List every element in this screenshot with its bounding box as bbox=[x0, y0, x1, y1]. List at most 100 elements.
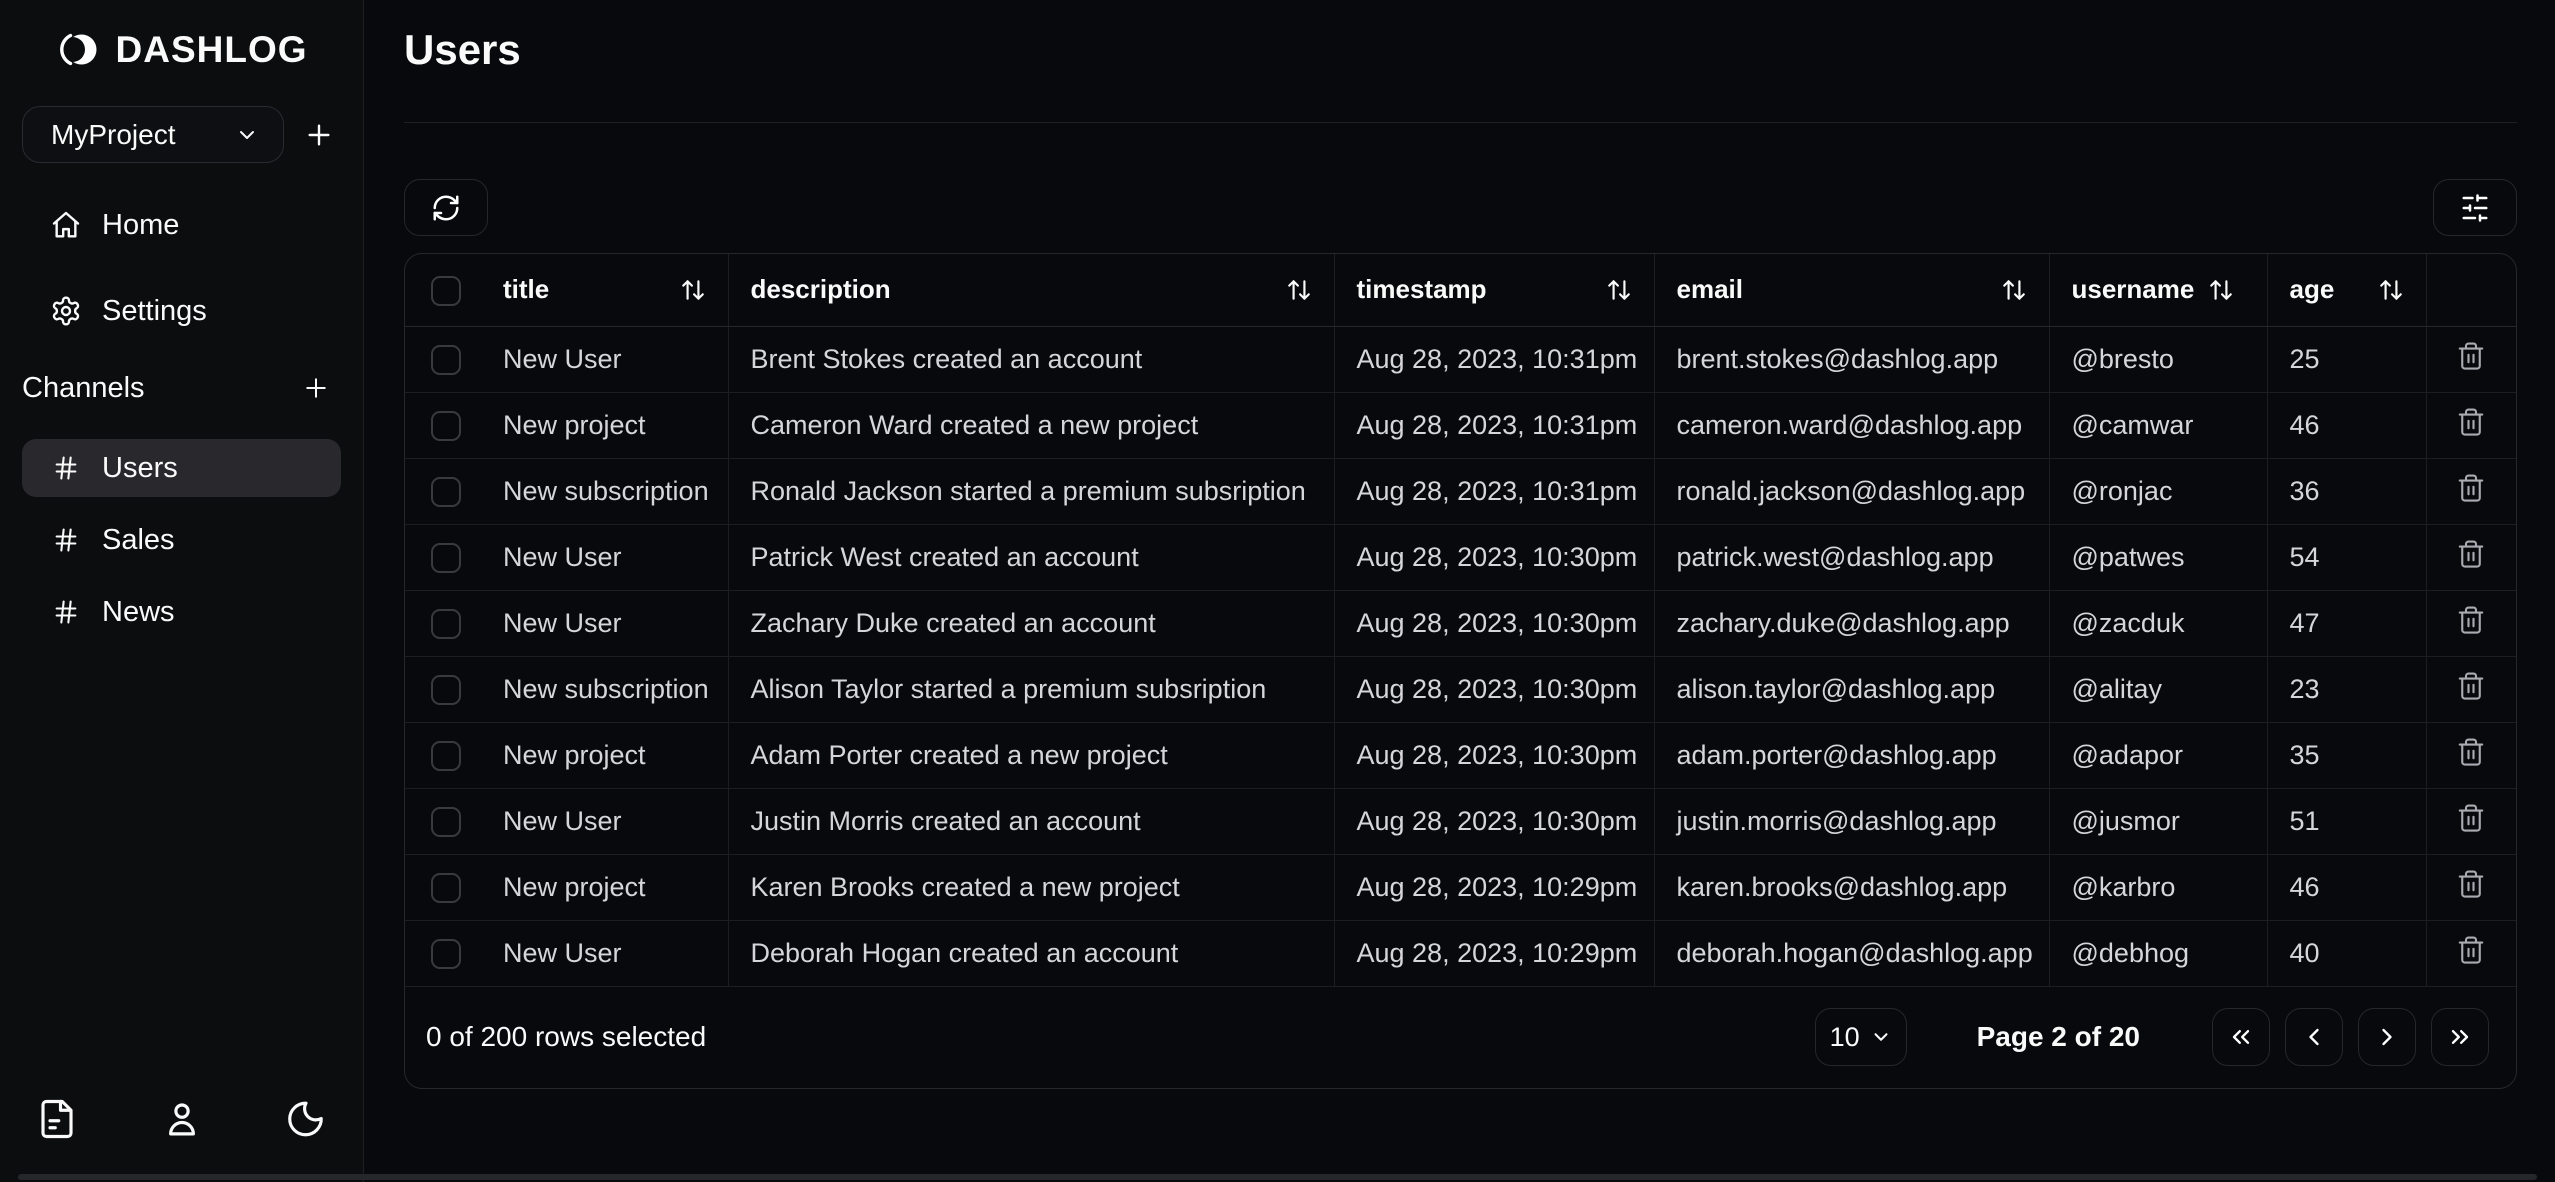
sidebar-item-home[interactable]: Home bbox=[0, 195, 363, 255]
last-page-button[interactable] bbox=[2431, 1008, 2489, 1067]
delete-row-button[interactable] bbox=[2456, 341, 2486, 371]
cell-age: 25 bbox=[2267, 326, 2427, 393]
row-checkbox-cell bbox=[405, 722, 481, 789]
docs-button[interactable] bbox=[30, 1092, 84, 1146]
hash-icon bbox=[52, 526, 80, 554]
table-row: New project Cameron Ward created a new p… bbox=[405, 392, 2516, 459]
cell-title: New project bbox=[481, 722, 729, 789]
sidebar-item-channel-sales[interactable]: Sales bbox=[22, 511, 341, 569]
sort-icon[interactable] bbox=[1606, 277, 1632, 303]
delete-row-button[interactable] bbox=[2456, 407, 2486, 437]
table-row: New project Karen Brooks created a new p… bbox=[405, 854, 2516, 921]
column-header-timestamp[interactable]: timestamp bbox=[1334, 254, 1655, 327]
row-checkbox[interactable] bbox=[431, 410, 461, 441]
delete-row-button[interactable] bbox=[2456, 605, 2486, 635]
cell-description: Patrick West created an account bbox=[728, 524, 1335, 591]
cell-timestamp: Aug 28, 2023, 10:30pm bbox=[1334, 590, 1655, 657]
row-checkbox-cell bbox=[405, 920, 481, 987]
column-header-description[interactable]: description bbox=[728, 254, 1335, 327]
sort-icon[interactable] bbox=[2378, 277, 2404, 303]
next-page-button[interactable] bbox=[2358, 1008, 2416, 1067]
page-title: Users bbox=[404, 26, 521, 73]
cell-title: New subscription bbox=[481, 656, 729, 723]
delete-row-button[interactable] bbox=[2456, 869, 2486, 899]
trash-icon bbox=[2456, 803, 2486, 833]
cell-age: 23 bbox=[2267, 656, 2427, 723]
table-row: New User Zachary Duke created an account… bbox=[405, 590, 2516, 657]
column-header-age[interactable]: age bbox=[2267, 254, 2427, 327]
table-row: New User Patrick West created an account… bbox=[405, 524, 2516, 591]
home-icon bbox=[50, 209, 82, 241]
cell-title: New User bbox=[481, 326, 729, 393]
trash-icon bbox=[2456, 671, 2486, 701]
refresh-button[interactable] bbox=[404, 179, 488, 236]
sort-icon[interactable] bbox=[2001, 277, 2027, 303]
column-label: title bbox=[503, 274, 550, 305]
row-checkbox[interactable] bbox=[431, 608, 461, 639]
row-checkbox[interactable] bbox=[431, 344, 461, 375]
cell-age: 54 bbox=[2267, 524, 2427, 591]
cell-username: @ronjac bbox=[2049, 458, 2268, 525]
first-page-button[interactable] bbox=[2212, 1008, 2270, 1067]
chevrons-right-icon bbox=[2446, 1023, 2474, 1051]
page-size-value: 10 bbox=[1829, 1021, 1860, 1052]
trash-icon bbox=[2456, 539, 2486, 569]
sort-icon[interactable] bbox=[2208, 277, 2234, 303]
chevrons-left-icon bbox=[2227, 1023, 2255, 1051]
cell-timestamp: Aug 28, 2023, 10:31pm bbox=[1334, 326, 1655, 393]
sliders-icon bbox=[2460, 193, 2490, 223]
sidebar-item-channel-news[interactable]: News bbox=[22, 583, 341, 641]
row-actions-cell bbox=[2426, 854, 2516, 921]
row-checkbox-cell bbox=[405, 524, 481, 591]
sidebar-item-channel-users[interactable]: Users bbox=[22, 439, 341, 497]
table-header-row: title description timestamp email userna… bbox=[405, 254, 2516, 327]
cell-description: Ronald Jackson started a premium subsrip… bbox=[728, 458, 1335, 525]
sort-icon[interactable] bbox=[680, 277, 706, 303]
page-size-select[interactable]: 10 bbox=[1814, 1008, 1907, 1067]
sort-icon[interactable] bbox=[1286, 277, 1312, 303]
row-checkbox[interactable] bbox=[431, 938, 461, 969]
delete-row-button[interactable] bbox=[2456, 671, 2486, 701]
cell-title: New project bbox=[481, 854, 729, 921]
previous-page-button[interactable] bbox=[2285, 1008, 2343, 1067]
column-header-username[interactable]: username bbox=[2049, 254, 2268, 327]
row-checkbox[interactable] bbox=[431, 542, 461, 573]
cell-email: ronald.jackson@dashlog.app bbox=[1654, 458, 2050, 525]
view-options-button[interactable] bbox=[2433, 179, 2517, 236]
row-checkbox[interactable] bbox=[431, 674, 461, 705]
dark-mode-toggle[interactable] bbox=[279, 1092, 333, 1146]
sidebar-item-label: Settings bbox=[102, 294, 207, 327]
cell-description: Deborah Hogan created an account bbox=[728, 920, 1335, 987]
column-label: username bbox=[2071, 274, 2195, 305]
column-header-title[interactable]: title bbox=[481, 254, 729, 327]
project-row: MyProject bbox=[22, 106, 341, 163]
channels-title: Channels bbox=[22, 371, 145, 404]
project-selector[interactable]: MyProject bbox=[22, 106, 284, 163]
channel-label: Users bbox=[102, 451, 178, 484]
chevron-right-icon bbox=[2373, 1023, 2401, 1051]
trash-icon bbox=[2456, 341, 2486, 371]
select-all-checkbox[interactable] bbox=[431, 275, 461, 306]
delete-row-button[interactable] bbox=[2456, 935, 2486, 965]
cell-description: Justin Morris created an account bbox=[728, 788, 1335, 855]
sidebar-bottom-bar bbox=[30, 1092, 333, 1146]
add-channel-button[interactable] bbox=[295, 367, 337, 409]
table-footer: 0 of 200 rows selected 10 Page 2 of 20 bbox=[405, 987, 2516, 1089]
delete-row-button[interactable] bbox=[2456, 473, 2486, 503]
cell-username: @camwar bbox=[2049, 392, 2268, 459]
row-checkbox[interactable] bbox=[431, 872, 461, 903]
sidebar-item-settings[interactable]: Settings bbox=[0, 281, 363, 341]
row-checkbox[interactable] bbox=[431, 476, 461, 507]
delete-row-button[interactable] bbox=[2456, 539, 2486, 569]
row-checkbox[interactable] bbox=[431, 740, 461, 771]
column-header-email[interactable]: email bbox=[1654, 254, 2050, 327]
row-actions-cell bbox=[2426, 788, 2516, 855]
row-checkbox[interactable] bbox=[431, 806, 461, 837]
horizontal-scrollbar[interactable] bbox=[18, 1174, 2537, 1180]
delete-row-button[interactable] bbox=[2456, 803, 2486, 833]
add-project-button[interactable] bbox=[297, 113, 341, 157]
account-button[interactable] bbox=[155, 1092, 209, 1146]
delete-row-button[interactable] bbox=[2456, 737, 2486, 767]
refresh-icon bbox=[431, 193, 461, 223]
column-label: timestamp bbox=[1356, 274, 1487, 305]
